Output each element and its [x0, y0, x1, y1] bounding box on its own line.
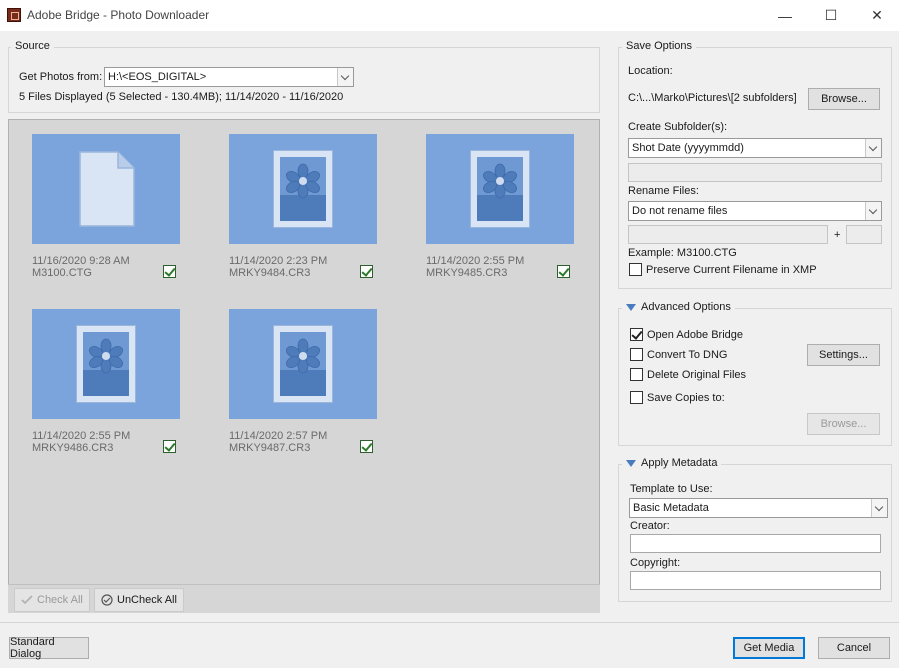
rename-files-label: Rename Files: [628, 185, 699, 197]
save-copies-browse-button[interactable]: Browse... [807, 413, 880, 435]
thumbnail-date: 11/14/2020 2:55 PM [426, 255, 525, 267]
close-window-button[interactable]: ✕ [854, 0, 899, 31]
open-bridge-label: Open Adobe Bridge [647, 329, 744, 341]
get-photos-value: H:\<EOS_DIGITAL> [108, 71, 207, 83]
create-subfolders-value: Shot Date (yyyymmdd) [632, 142, 744, 154]
minimize-icon: — [778, 7, 792, 24]
thumbnail-toolbar: Check All UnCheck All [8, 584, 600, 613]
uncheck-all-icon [101, 594, 113, 606]
check-all-label: Check All [37, 594, 83, 606]
cancel-button[interactable]: Cancel [818, 637, 890, 659]
get-photos-label: Get Photos from: [19, 71, 103, 83]
image-placeholder-icon [470, 150, 530, 228]
convert-dng-checkbox[interactable] [630, 348, 643, 361]
footer-divider [0, 622, 899, 623]
open-bridge-checkbox[interactable] [630, 328, 643, 341]
subfolder-name-field[interactable] [628, 163, 882, 182]
files-summary: 5 Files Displayed (5 Selected - 130.4MB)… [19, 91, 344, 103]
thumbnail-date: 11/16/2020 9:28 AM [32, 255, 130, 267]
title-bar: Adobe Bridge - Photo Downloader — ☐ ✕ [0, 0, 899, 31]
thumbnail-m3100[interactable] [32, 134, 180, 244]
image-placeholder-icon [273, 325, 333, 403]
thumbnail-mrky9485[interactable] [426, 134, 574, 244]
thumbnail-date: 11/14/2020 2:57 PM [229, 430, 328, 442]
thumbnail-mrky9487[interactable] [229, 309, 377, 419]
convert-dng-label: Convert To DNG [647, 349, 728, 361]
rename-files-value: Do not rename files [632, 205, 728, 217]
window-title: Adobe Bridge - Photo Downloader [27, 8, 210, 22]
chevron-down-icon [865, 139, 881, 157]
delete-originals-checkbox[interactable] [630, 368, 643, 381]
advanced-options-header[interactable]: Advanced Options [622, 301, 735, 313]
rename-example: Example: M3100.CTG [628, 247, 737, 259]
thumbnail-filename: MRKY9486.CR3 [32, 442, 114, 454]
thumbnail-checkbox[interactable] [360, 265, 373, 278]
rename-number-field[interactable] [846, 225, 882, 244]
get-media-button[interactable]: Get Media [733, 637, 805, 659]
create-subfolders-select[interactable]: Shot Date (yyyymmdd) [628, 138, 882, 158]
apply-metadata-header[interactable]: Apply Metadata [622, 457, 722, 469]
template-value: Basic Metadata [633, 502, 709, 514]
thumbnail-mrky9484[interactable] [229, 134, 377, 244]
create-subfolders-label: Create Subfolder(s): [628, 121, 728, 133]
location-value: C:\...\Marko\Pictures\[2 subfolders] [628, 92, 797, 104]
preserve-filename-label: Preserve Current Filename in XMP [646, 264, 817, 276]
thumbnail-checkbox[interactable] [557, 265, 570, 278]
template-select[interactable]: Basic Metadata [629, 498, 888, 518]
image-placeholder-icon [76, 325, 136, 403]
copyright-field[interactable] [630, 571, 881, 590]
plus-label: + [834, 229, 841, 241]
template-label: Template to Use: [630, 483, 713, 495]
thumbnail-filename: MRKY9485.CR3 [426, 267, 508, 279]
thumbnail-filename: MRKY9484.CR3 [229, 267, 311, 279]
thumbnail-date: 11/14/2020 2:23 PM [229, 255, 328, 267]
maximize-icon: ☐ [824, 7, 838, 23]
location-browse-button[interactable]: Browse... [808, 88, 880, 110]
adobe-bridge-app-icon [7, 8, 21, 22]
check-all-icon [21, 595, 33, 605]
check-all-button[interactable]: Check All [14, 588, 90, 612]
thumbnail-checkbox[interactable] [163, 265, 176, 278]
location-label: Location: [628, 65, 673, 77]
chevron-down-icon [871, 499, 887, 517]
minimize-button[interactable]: — [762, 0, 808, 31]
collapse-triangle-icon [626, 303, 636, 311]
uncheck-all-button[interactable]: UnCheck All [94, 588, 184, 612]
image-placeholder-icon [273, 150, 333, 228]
creator-label: Creator: [630, 520, 670, 532]
thumbnail-filename: MRKY9487.CR3 [229, 442, 311, 454]
chevron-down-icon [337, 68, 353, 86]
chevron-down-icon [865, 202, 881, 220]
preserve-filename-checkbox[interactable] [629, 263, 642, 276]
save-copies-label: Save Copies to: [647, 392, 725, 404]
thumbnail-date: 11/14/2020 2:55 PM [32, 430, 131, 442]
thumbnail-filename: M3100.CTG [32, 267, 92, 279]
thumbnail-checkbox[interactable] [360, 440, 373, 453]
save-options-legend: Save Options [622, 40, 697, 52]
collapse-triangle-icon [626, 459, 636, 467]
apply-metadata-legend: Apply Metadata [641, 457, 718, 469]
settings-button[interactable]: Settings... [807, 344, 880, 366]
thumbnail-mrky9486[interactable] [32, 309, 180, 419]
rename-files-select[interactable]: Do not rename files [628, 201, 882, 221]
save-copies-checkbox[interactable] [630, 391, 643, 404]
delete-originals-label: Delete Original Files [647, 369, 747, 381]
thumbnail-checkbox[interactable] [163, 440, 176, 453]
close-icon: ✕ [871, 7, 883, 23]
document-icon [79, 151, 135, 227]
advanced-options-legend: Advanced Options [641, 301, 731, 313]
maximize-button[interactable]: ☐ [808, 0, 854, 31]
copyright-label: Copyright: [630, 557, 681, 569]
creator-field[interactable] [630, 534, 881, 553]
rename-text-field[interactable] [628, 225, 828, 244]
uncheck-all-label: UnCheck All [117, 594, 177, 606]
source-legend: Source [11, 40, 54, 52]
get-photos-select[interactable]: H:\<EOS_DIGITAL> [104, 67, 354, 87]
standard-dialog-button[interactable]: Standard Dialog [9, 636, 89, 660]
